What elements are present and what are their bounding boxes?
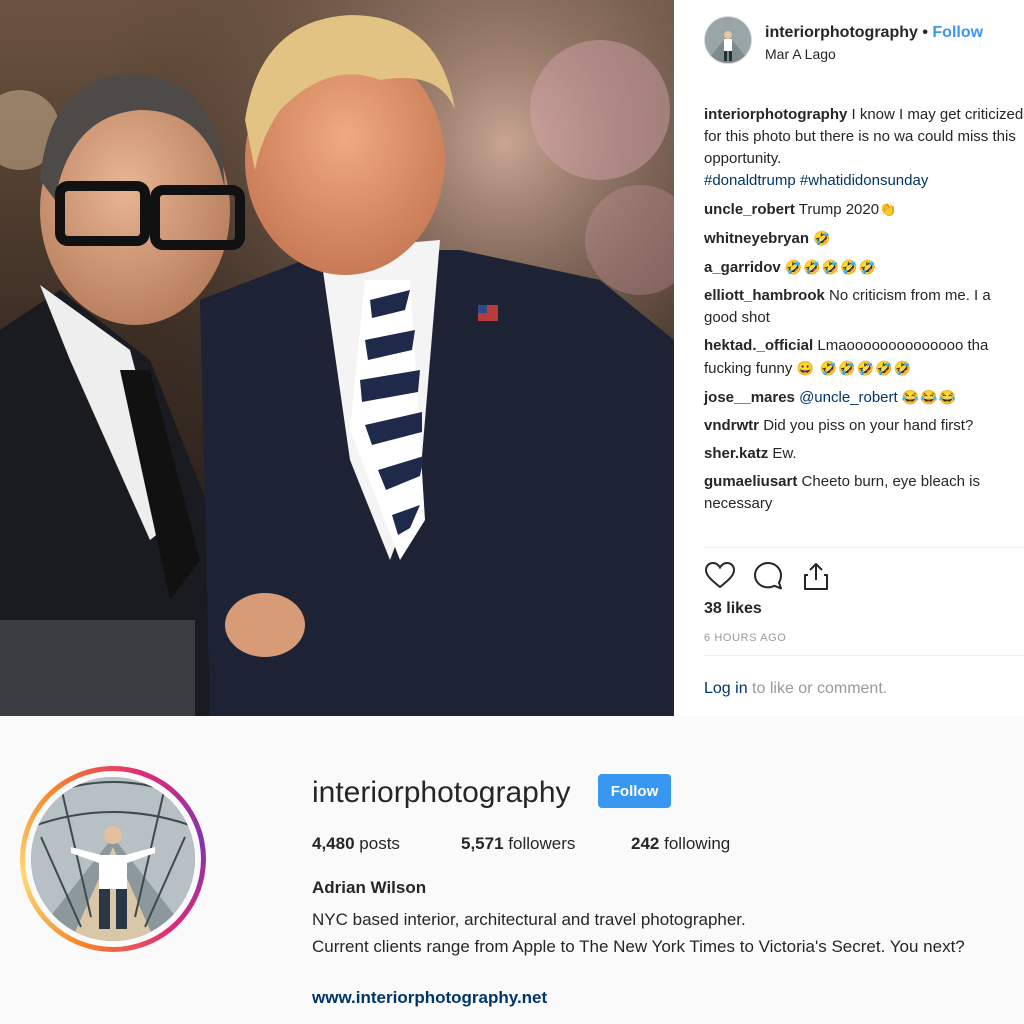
following-stat[interactable]: 242 following [631,834,730,854]
post-header: interiorphotography • Follow Mar A Lago [704,16,1024,68]
profile-full-name: Adrian Wilson [312,878,427,897]
posts-label: posts [359,834,400,853]
comment-username[interactable]: uncle_robert [704,201,795,218]
bio-line: NYC based interior, architectural and tr… [312,910,746,929]
comment-mention[interactable]: @uncle_robert [799,389,898,406]
comment-item: a_garridov 🤣🤣🤣🤣🤣 [704,256,1024,279]
follow-link[interactable]: Follow [932,24,983,41]
post-side-panel: interiorphotography • Follow Mar A Lago … [674,0,1024,717]
comment-item: vndrwtr Did you piss on your hand first? [704,415,1024,437]
caption-hashtags[interactable]: #donaldtrump #whatididonsunday [704,172,928,189]
followers-stat[interactable]: 5,571 followers [461,834,575,854]
comment-username[interactable]: jose__mares [704,389,795,406]
comment-emoji: 😀 🤣🤣🤣🤣🤣 [796,360,913,376]
comment-emoji: 🤣 [813,230,832,246]
avatar-image [705,17,751,63]
comment-item: jose__mares @uncle_robert 😂😂😂 [704,386,1024,409]
profile-bio: NYC based interior, architectural and tr… [312,906,1002,960]
comment-username[interactable]: vndrwtr [704,417,759,434]
profile-website-link[interactable]: www.interiorphotography.net [312,988,547,1008]
comment-text: Trump 2020 [798,201,880,218]
following-count: 242 [631,834,660,853]
followers-count: 5,571 [461,834,504,853]
separator-dot: • [922,24,928,41]
divider [704,547,1024,548]
post-author-line: interiorphotography • Follow [765,24,983,42]
heart-icon[interactable] [704,560,736,592]
follow-button[interactable]: Follow [598,774,671,808]
login-link[interactable]: Log in [704,680,748,697]
comment-username[interactable]: whitneyebryan [704,230,809,247]
comment-username[interactable]: hektad._official [704,337,813,354]
like-count[interactable]: 38 likes [704,600,762,618]
comment-emoji: 😂😂😂 [901,389,958,405]
posts-stat: 4,480 posts [312,834,400,854]
post-caption: interiorphotography I know I may get cri… [704,104,1024,192]
followers-label: followers [508,834,576,853]
following-label: following [664,834,731,853]
login-prompt-text: to like or comment. [752,680,888,697]
comment-icon[interactable] [752,560,784,592]
comment-emoji: 🤣🤣🤣🤣🤣 [784,259,878,275]
comment-item: sher.katz Ew. [704,443,1024,465]
comment-item: hektad._official Lmaoooooooooooooo tha f… [704,335,1024,380]
share-icon[interactable] [800,560,832,592]
story-ring-gap [25,771,201,947]
profile-avatar-image [31,777,195,941]
profile-username: interiorphotography [312,776,571,809]
profile-header: interiorphotography Follow 4,480 posts 5… [0,716,1024,1024]
comment-username[interactable]: sher.katz [704,445,768,462]
comment-username[interactable]: a_garridov [704,259,781,276]
author-avatar[interactable] [704,16,752,64]
comment-item: elliott_hambrook No criticism from me. I… [704,285,1024,329]
posts-count: 4,480 [312,834,355,853]
divider [704,655,1024,656]
post-author-username[interactable]: interiorphotography [765,24,918,41]
comment-text: Did you piss on your hand first? [763,417,974,434]
comment-item: uncle_robert Trump 2020👏 [704,198,1024,221]
comment-item: whitneyebryan 🤣 [704,227,1024,250]
caption-username[interactable]: interiorphotography [704,106,847,123]
post-image [0,0,674,716]
comment-text: Ew. [772,445,797,462]
comment-username[interactable]: gumaeliusart [704,473,797,490]
comment-item: gumaeliusart Cheeto burn, eye bleach is … [704,471,1024,515]
post-timestamp[interactable]: 6 HOURS AGO [704,632,786,644]
post-photo[interactable] [0,0,674,716]
login-prompt: Log in to like or comment. [704,680,887,698]
post-location[interactable]: Mar A Lago [765,46,836,62]
comment-list: interiorphotography I know I may get cri… [704,104,1024,521]
comment-emoji: 👏 [879,201,898,217]
comment-username[interactable]: elliott_hambrook [704,287,825,304]
bio-line: Current clients range from Apple to The … [312,937,965,956]
story-ring[interactable] [20,766,206,952]
profile-avatar[interactable] [31,777,195,941]
action-bar [704,560,854,594]
